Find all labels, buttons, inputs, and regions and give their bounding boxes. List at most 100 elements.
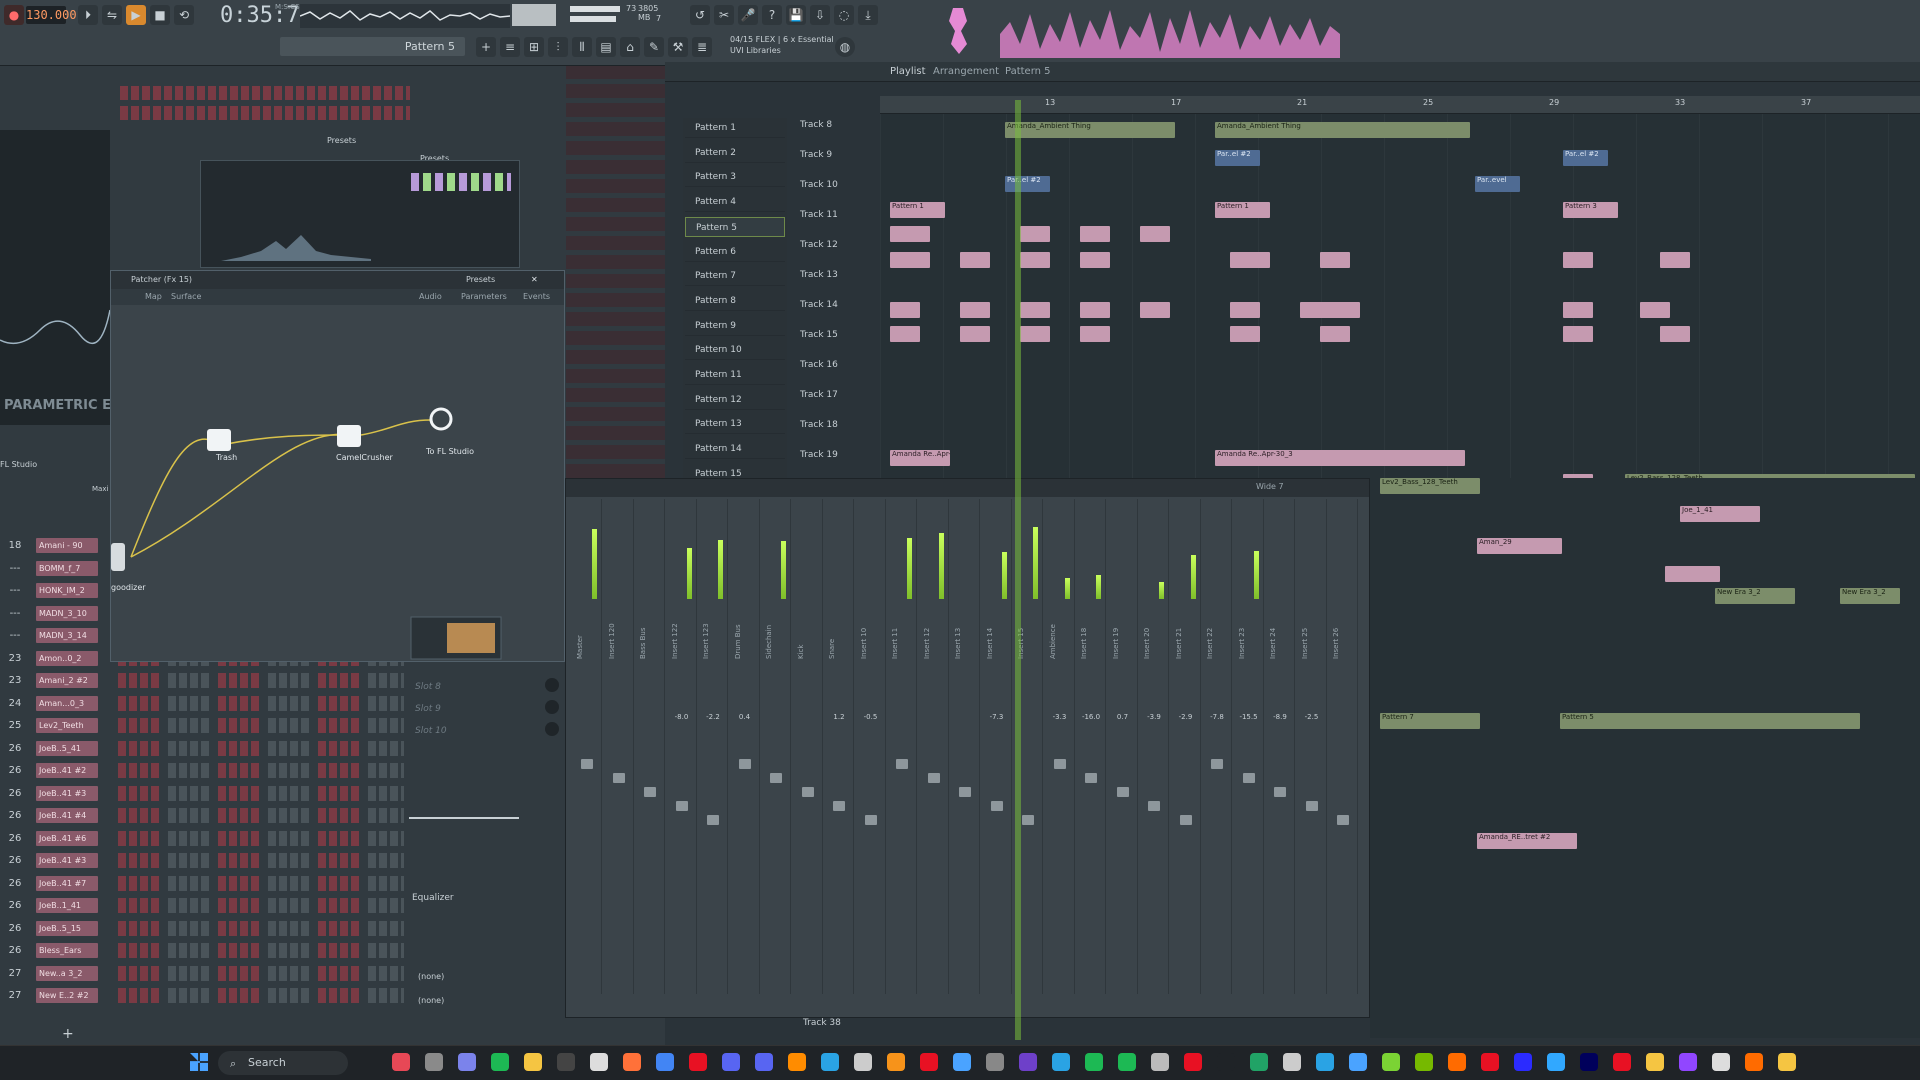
taskbar-app-icon[interactable] bbox=[1514, 1053, 1532, 1071]
channel-step-sequencer[interactable] bbox=[118, 875, 404, 891]
channel-row[interactable]: 27 New..a 3_2 bbox=[0, 964, 410, 983]
mixer-channel-strip[interactable]: Insert 21 -2.9 bbox=[1171, 499, 1201, 994]
mixer-channel-strip[interactable]: Drum Bus 0.4 bbox=[730, 499, 760, 994]
breadcrumb-arrangement[interactable]: Arrangement bbox=[933, 66, 999, 77]
mixer-channel-strip[interactable]: Insert 14 -7.3 bbox=[982, 499, 1012, 994]
patcher-titlebar[interactable]: Patcher (Fx 15) Presets ✕ bbox=[111, 271, 564, 289]
playlist-clip[interactable]: Pattern 3 bbox=[1563, 202, 1618, 218]
channel-name-button[interactable]: New..a 3_2 bbox=[36, 965, 98, 981]
playlist-clip[interactable] bbox=[1080, 226, 1110, 242]
pattern-list-item[interactable]: Pattern 6 bbox=[685, 242, 785, 262]
playlist-clip[interactable] bbox=[1660, 326, 1690, 342]
channel-step-sequencer[interactable] bbox=[118, 673, 404, 688]
channel-row[interactable]: 26 JoeB..41 #6 bbox=[0, 829, 410, 848]
save-icon[interactable]: 💾 bbox=[786, 5, 806, 25]
playlist-clip[interactable]: Par..el #2 bbox=[1005, 176, 1050, 192]
taskbar-app-icon[interactable] bbox=[1118, 1053, 1136, 1071]
channel-name-button[interactable]: JoeB..41 #7 bbox=[36, 875, 98, 891]
mixer-fader[interactable] bbox=[612, 773, 625, 783]
channel-step-sequencer[interactable] bbox=[118, 898, 404, 913]
channel-row[interactable]: 26 JoeB..41 #3 bbox=[0, 851, 410, 870]
mixer-channel-strip[interactable]: Insert 23 -15.5 bbox=[1234, 499, 1264, 994]
taskbar-search[interactable]: Search bbox=[218, 1051, 348, 1075]
channel-row[interactable]: 26 JoeB..41 #7 bbox=[0, 874, 410, 893]
pattern-list-item[interactable]: Pattern 4 bbox=[685, 192, 785, 213]
playlist-clip[interactable] bbox=[960, 252, 990, 268]
channel-step-sequencer[interactable] bbox=[118, 943, 404, 958]
mixer-fader[interactable] bbox=[1337, 815, 1349, 825]
channel-rack-icon[interactable]: ⫶ bbox=[548, 37, 568, 57]
channel-step-sequencer[interactable] bbox=[118, 965, 404, 981]
playlist-clip[interactable] bbox=[1080, 326, 1110, 342]
channel-row[interactable]: 26 JoeB..5_15 bbox=[0, 919, 410, 938]
taskbar-app-icon[interactable] bbox=[1646, 1053, 1664, 1071]
playlist-timeline[interactable]: 13 17 21 25 29 33 37 bbox=[880, 96, 1920, 114]
playlist-clip[interactable]: Par..el #2 bbox=[1563, 150, 1608, 166]
pattern-selector[interactable]: Pattern 5 bbox=[280, 37, 465, 56]
playlist-clip[interactable] bbox=[1020, 252, 1050, 268]
channel-name-button[interactable]: JoeB..41 #6 bbox=[36, 830, 98, 846]
pattern-list-item[interactable]: Pattern 14 bbox=[685, 439, 785, 460]
mixer-fader[interactable] bbox=[1053, 759, 1066, 769]
playlist-clip[interactable]: Amanda Re..Apr-30_3 bbox=[1215, 450, 1465, 466]
playlist-clip[interactable] bbox=[1230, 252, 1270, 268]
playlist-clip[interactable] bbox=[1020, 326, 1050, 342]
taskbar-app-icon[interactable] bbox=[1052, 1053, 1070, 1071]
taskbar-app-icon[interactable] bbox=[425, 1053, 443, 1071]
add-channel-button[interactable]: + bbox=[62, 1026, 74, 1042]
mixer-fader[interactable] bbox=[644, 787, 656, 797]
stop-icon[interactable]: ■ bbox=[150, 5, 170, 25]
mixer-channel-strip[interactable]: Insert 120 bbox=[604, 499, 634, 994]
pattern-list-item[interactable]: Pattern 10 bbox=[685, 340, 785, 361]
playlist-clip[interactable] bbox=[1230, 302, 1260, 318]
track-label[interactable]: Track 11 bbox=[800, 208, 875, 222]
channel-name-button[interactable]: Amani_2 #2 bbox=[36, 673, 98, 688]
playlist-clip[interactable] bbox=[960, 302, 990, 318]
taskbar-app-icon[interactable] bbox=[1184, 1053, 1202, 1071]
playlist-clip[interactable]: Par..evel bbox=[1475, 176, 1520, 192]
taskbar-app-icon[interactable] bbox=[458, 1053, 476, 1071]
mixer-fader[interactable] bbox=[1116, 787, 1129, 797]
mixer-channel-strip[interactable]: Insert 123 -2.2 bbox=[698, 499, 728, 994]
slot-10[interactable]: Slot 10 bbox=[415, 726, 447, 736]
mixer-channel-strip[interactable]: Snare 1.2 bbox=[824, 499, 854, 994]
playlist-clip[interactable]: Amanda_Ambient Thing bbox=[1215, 122, 1470, 138]
taskbar-app-icon[interactable] bbox=[953, 1053, 971, 1071]
channel-name-button[interactable]: JoeB..41 #4 bbox=[36, 808, 98, 823]
taskbar-app-icon[interactable] bbox=[1481, 1053, 1499, 1071]
mixer-fader[interactable] bbox=[927, 773, 940, 783]
channel-name-button[interactable]: Aman...0_3 bbox=[36, 695, 98, 711]
channel-row[interactable]: 27 New E..2 #2 bbox=[0, 986, 410, 1005]
touch-controller-icon[interactable]: ✎ bbox=[644, 37, 664, 57]
playlist-clip[interactable]: Joe_1_41 bbox=[1680, 506, 1760, 522]
record-button[interactable]: ● bbox=[4, 5, 24, 25]
taskbar-app-icon[interactable] bbox=[392, 1053, 410, 1071]
taskbar-app-icon[interactable] bbox=[1580, 1053, 1598, 1071]
playlist-clip[interactable]: Lev2_Bass_128_Teeth bbox=[1380, 478, 1480, 494]
channel-name-button[interactable]: JoeB..41 #3 bbox=[36, 853, 98, 868]
playlist-clip[interactable]: Par..el #2 bbox=[1215, 150, 1260, 166]
plugin-picker-icon[interactable]: ⌂ bbox=[620, 37, 640, 57]
playlist-clip[interactable]: Pattern 5 bbox=[1560, 713, 1860, 729]
taskbar-app-icon[interactable] bbox=[1250, 1053, 1268, 1071]
taskbar-app-icon[interactable] bbox=[1085, 1053, 1103, 1071]
taskbar-app-icon[interactable] bbox=[1613, 1053, 1631, 1071]
mixer-titlebar[interactable]: Wide 7 bbox=[566, 479, 1369, 497]
channel-step-sequencer[interactable] bbox=[118, 763, 404, 778]
track-label[interactable]: Track 9 bbox=[800, 148, 875, 162]
channel-step-sequencer[interactable] bbox=[118, 988, 404, 1003]
channel-name-button[interactable]: Amani - 90 bbox=[36, 538, 98, 553]
taskbar-app-icon[interactable] bbox=[1448, 1053, 1466, 1071]
pattern-list-item[interactable]: Pattern 5 bbox=[685, 216, 785, 237]
playlist-clip[interactable]: New Era 3_2 bbox=[1715, 588, 1795, 604]
channel-row[interactable]: 25 Lev2_Teeth bbox=[0, 716, 410, 735]
playlist-clip[interactable] bbox=[1563, 252, 1593, 268]
taskbar-app-icon[interactable] bbox=[1217, 1053, 1235, 1071]
mixer-channel-strip[interactable]: Insert 20 -3.9 bbox=[1139, 499, 1169, 994]
taskbar-app-icon[interactable] bbox=[854, 1053, 872, 1071]
playlist-grid[interactable]: Amanda_Ambient Thing Amanda_Ambient Thing… bbox=[880, 114, 1920, 490]
taskbar-app-icon[interactable] bbox=[689, 1053, 707, 1071]
playlist-clip[interactable]: Pattern 7 bbox=[1380, 713, 1480, 729]
step-row-top[interactable] bbox=[120, 86, 410, 100]
cut-icon[interactable]: ✂ bbox=[714, 5, 734, 25]
